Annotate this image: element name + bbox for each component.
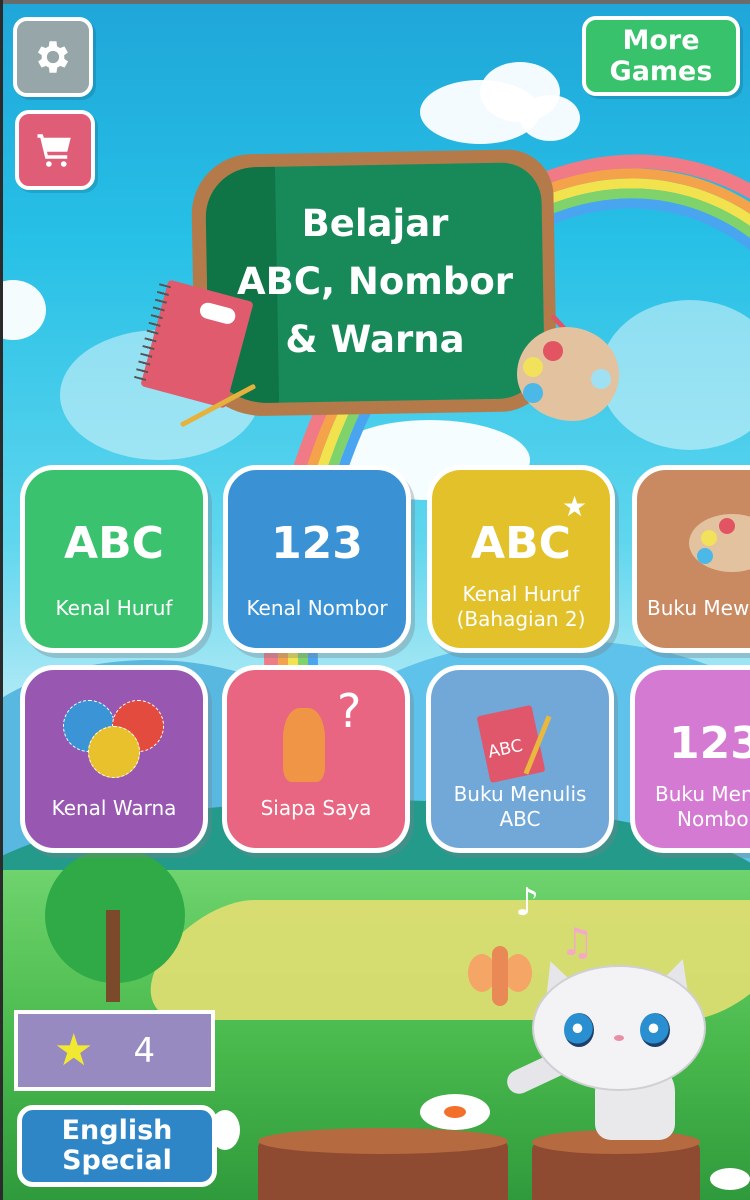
fox-icon [283, 708, 325, 782]
tile-label: ABC [499, 807, 541, 831]
tile-label: Siapa Saya [260, 796, 372, 820]
more-games-button[interactable]: More Games [582, 16, 740, 96]
status-strip [0, 0, 750, 4]
tree-trunk [106, 910, 120, 1002]
tile-label: Kenal Huruf [55, 596, 173, 620]
shopping-cart-icon [37, 134, 71, 167]
tile-label: Buku Menulis [453, 782, 587, 806]
tile-label: (Bahagian 2) [456, 607, 586, 631]
butterfly-character [468, 940, 532, 1010]
more-games-line: Games [609, 56, 713, 87]
notebook-label: ABC [486, 735, 525, 763]
tile-kenal-huruf-2[interactable]: ABC ★ Kenal Huruf (Bahagian 2) [427, 465, 615, 653]
game-main-menu: Belajar ABC, Nombor & Warna More Games A… [0, 0, 750, 1200]
title-line: ABC, Nombor [236, 260, 514, 303]
question-mark-icon: ? [337, 684, 362, 738]
tile-label: Buku Men [655, 782, 750, 806]
tile-kenal-warna[interactable]: Kenal Warna [20, 665, 208, 853]
tile-label: Kenal Nombor [246, 596, 388, 620]
tile-label: Kenal Warna [51, 796, 177, 820]
tile-buku-mewarna[interactable]: Buku Mew [632, 465, 750, 653]
game-title: Belajar ABC, Nombor & Warna [207, 195, 543, 369]
tree-stump-top [258, 1128, 508, 1154]
tile-kenal-huruf[interactable]: ABC Kenal Huruf [20, 465, 208, 653]
cat-eye [640, 1013, 670, 1047]
star-icon: ★ [54, 1024, 94, 1076]
tile-siapa-saya[interactable]: ? Siapa Saya [222, 665, 410, 853]
cat-eye [564, 1013, 594, 1047]
star-icon: ★ [562, 490, 588, 523]
shop-button[interactable] [15, 110, 95, 190]
title-line: & Warna [285, 318, 465, 361]
paint-palette-icon [689, 514, 750, 572]
cloud [0, 280, 46, 340]
flower-center [444, 1106, 466, 1118]
stars-counter: ★ 4 [14, 1010, 215, 1091]
numbers-icon: 123 [271, 518, 363, 569]
paint-palette-icon [517, 327, 619, 421]
title-line: Belajar [301, 202, 449, 245]
stars-count: 4 [133, 1030, 156, 1071]
cloud [520, 95, 580, 141]
english-special-line: Special [62, 1145, 172, 1176]
english-special-button[interactable]: English Special [17, 1105, 217, 1187]
numbers-icon: 123 [669, 718, 750, 769]
music-note-icon: ♪ [515, 880, 540, 924]
english-special-line: English [61, 1115, 173, 1146]
tile-buku-menulis-nombor[interactable]: 123 Buku Men Nombo [630, 665, 750, 853]
settings-button[interactable] [13, 17, 93, 97]
tile-label: Kenal Huruf [462, 582, 580, 606]
cat-nose [614, 1035, 624, 1041]
tile-label: Nombo [677, 807, 749, 831]
gear-icon [37, 41, 69, 73]
tile-label: Buku Mew [647, 596, 750, 620]
abc-icon: ABC [64, 518, 164, 569]
cat-character[interactable] [532, 965, 706, 1091]
more-games-line: More [622, 25, 700, 56]
screen-edge [0, 0, 3, 1200]
abc-icon: ABC [471, 518, 571, 569]
tile-kenal-nombor[interactable]: 123 Kenal Nombor [223, 465, 411, 653]
tile-buku-menulis-abc[interactable]: ABC Buku Menulis ABC [426, 665, 614, 853]
flower [710, 1168, 750, 1190]
